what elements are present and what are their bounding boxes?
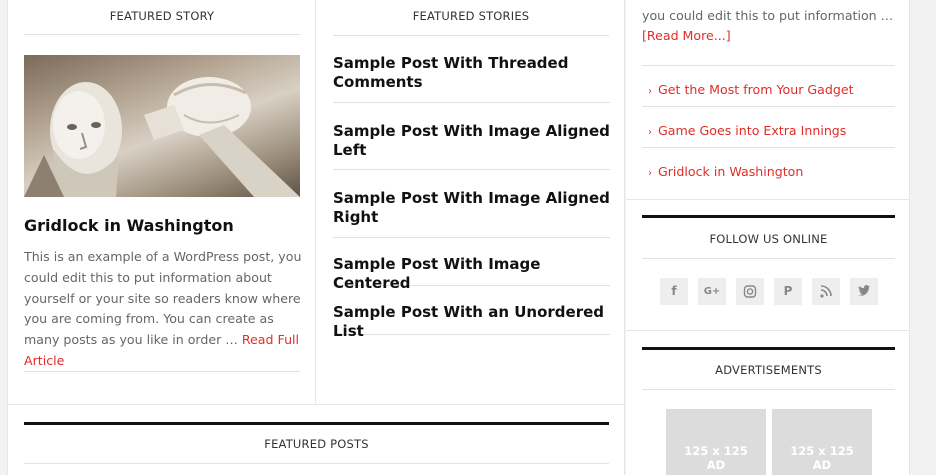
divider: [24, 371, 300, 372]
sidebar-excerpt-text: you could edit this to put information …: [642, 8, 894, 23]
featured-stories-list: Sample Post With Threaded Comments Sampl…: [333, 35, 610, 340]
sidebar-post-list: › Get the Most from Your Gadget › Game Goe…: [642, 66, 895, 189]
ad-banner[interactable]: 125 x 125 AD: [772, 409, 872, 475]
story-link[interactable]: Sample Post With Image Aligned Left: [333, 103, 610, 170]
page: FEATURED STORY Gridlock in Washington Th…: [0, 0, 936, 475]
story-link[interactable]: Sample Post With Threaded Comments: [333, 35, 610, 103]
sidebar-post-title[interactable]: Game Goes into Extra Innings: [658, 123, 846, 138]
ad-label: AD: [812, 458, 832, 472]
divider: [626, 330, 910, 331]
featured-story-title[interactable]: Gridlock in Washington: [24, 216, 300, 235]
rss-icon[interactable]: [812, 278, 840, 305]
story-link[interactable]: Sample Post With an Unordered List: [333, 286, 610, 340]
chevron-right-icon: ›: [648, 127, 652, 138]
story-link[interactable]: Sample Post With Image Centered: [333, 238, 610, 292]
divider: [626, 199, 910, 200]
sidebar-post-link[interactable]: › Gridlock in Washington: [642, 148, 895, 189]
pinterest-icon[interactable]: P: [774, 278, 802, 305]
featured-posts-widget: FEATURED POSTS: [8, 404, 626, 475]
read-more-link[interactable]: [Read More...]: [642, 28, 731, 43]
featured-story-widget: FEATURED STORY Gridlock in Washington Th…: [8, 0, 316, 404]
social-icons: f G+ P: [660, 278, 890, 305]
ad-banner[interactable]: 125 x 125 AD: [666, 409, 766, 475]
divider: [642, 258, 895, 259]
instagram-icon[interactable]: [736, 278, 764, 305]
heading-rule: [642, 347, 895, 350]
chevron-right-icon: ›: [648, 86, 652, 97]
divider: [24, 463, 609, 464]
sidebar-post-title[interactable]: Gridlock in Washington: [658, 164, 803, 179]
ad-size: 125 x 125: [684, 444, 748, 458]
story-link[interactable]: Sample Post With Image Aligned Right: [333, 170, 610, 238]
facebook-icon[interactable]: f: [660, 278, 688, 305]
featured-story-image[interactable]: [24, 55, 300, 197]
sidebar-post-title[interactable]: Get the Most from Your Gadget: [658, 82, 854, 97]
sidebar-post-link[interactable]: › Game Goes into Extra Innings: [642, 107, 895, 148]
main-content: FEATURED STORY Gridlock in Washington Th…: [7, 0, 626, 475]
heading-rule: [24, 422, 609, 425]
ad-label: AD: [706, 458, 726, 472]
sidebar-excerpt: you could edit this to put information ……: [642, 6, 902, 46]
google-plus-icon[interactable]: G+: [698, 278, 726, 305]
divider: [642, 389, 895, 390]
featured-stories-heading: FEATURED STORIES: [412, 9, 530, 23]
heading-rule: [642, 215, 895, 218]
divider: [24, 34, 300, 35]
featured-story-heading: FEATURED STORY: [109, 9, 215, 23]
featured-stories-widget: FEATURED STORIES Sample Post With Thread…: [317, 0, 626, 404]
advertisements-heading: ADVERTISEMENTS: [715, 363, 822, 377]
follow-us-heading: FOLLOW US ONLINE: [709, 232, 828, 246]
featured-posts-heading: FEATURED POSTS: [264, 437, 369, 451]
twitter-icon[interactable]: [850, 278, 878, 305]
ad-size: 125 x 125: [790, 444, 854, 458]
featured-story-excerpt: This is an example of a WordPress post, …: [24, 247, 304, 372]
chevron-right-icon: ›: [648, 168, 652, 179]
sidebar: you could edit this to put information ……: [626, 0, 910, 475]
sidebar-post-link[interactable]: › Get the Most from Your Gadget: [642, 66, 895, 107]
